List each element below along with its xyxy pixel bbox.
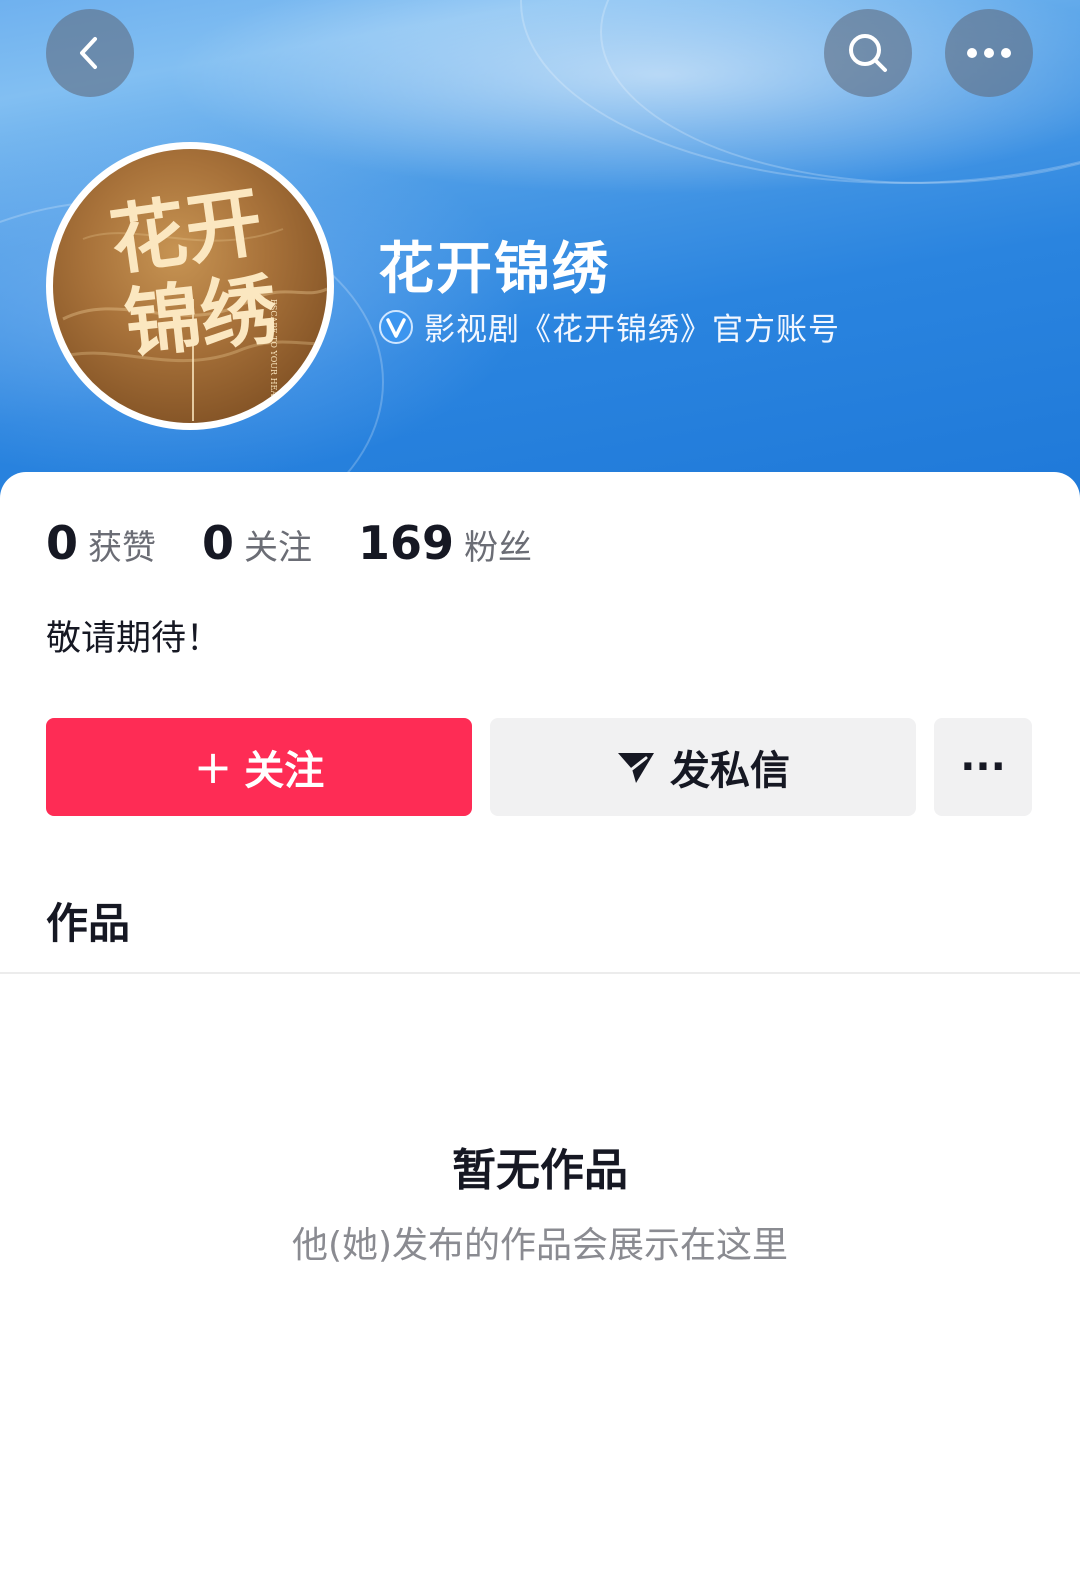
- stat-followers[interactable]: 169 粉丝: [358, 516, 532, 570]
- stat-label: 粉丝: [464, 528, 533, 568]
- more-options-button[interactable]: [945, 9, 1033, 97]
- empty-state-title: 暂无作品: [452, 1145, 628, 1196]
- verified-badge-icon: [379, 309, 413, 344]
- works-section-title: 作品: [46, 899, 131, 948]
- stat-label: 关注: [244, 528, 313, 568]
- message-label: 发私信: [670, 748, 790, 794]
- stat-value: 0: [46, 516, 79, 570]
- avatar-title-line2: 锦绣: [121, 264, 282, 369]
- stat-following[interactable]: 0 关注: [202, 516, 312, 570]
- section-divider: [0, 972, 1080, 974]
- back-button[interactable]: [46, 9, 134, 97]
- more-dots-icon: [967, 48, 1011, 58]
- search-button[interactable]: [824, 9, 912, 97]
- stat-value: 169: [358, 516, 455, 570]
- follow-label: 关注: [244, 748, 325, 794]
- send-message-button[interactable]: 发私信: [490, 718, 916, 816]
- stat-likes[interactable]: 0 获赞: [46, 516, 156, 570]
- stat-label: 获赞: [88, 528, 157, 568]
- account-name: 花开锦绣: [378, 237, 610, 302]
- empty-state-subtitle: 他(她)发布的作品会展示在这里: [291, 1225, 789, 1266]
- avatar[interactable]: 花开 锦绣 ESCAPE TO YOUR HEART: [46, 142, 334, 430]
- verification-row: 影视剧《花开锦绣》官方账号: [378, 304, 840, 349]
- chevron-left-icon: [80, 37, 97, 69]
- profile-bio: 敬请期待！: [46, 619, 222, 659]
- follow-button[interactable]: + 关注: [46, 718, 472, 816]
- plus-icon: +: [193, 740, 233, 794]
- stats-row: 0 获赞 0 关注 169 粉丝: [46, 516, 578, 570]
- verification-text: 影视剧《花开锦绣》官方账号: [424, 312, 840, 348]
- avatar-artwork: 花开 锦绣 ESCAPE TO YOUR HEART: [53, 177, 327, 421]
- stat-value: 0: [202, 516, 235, 570]
- avatar-subtitle: ESCAPE TO YOUR HEART: [269, 299, 278, 408]
- more-dots-icon: ···: [960, 744, 1006, 790]
- more-actions-button[interactable]: ···: [934, 718, 1032, 816]
- send-icon: [618, 753, 654, 783]
- search-icon: [849, 34, 887, 72]
